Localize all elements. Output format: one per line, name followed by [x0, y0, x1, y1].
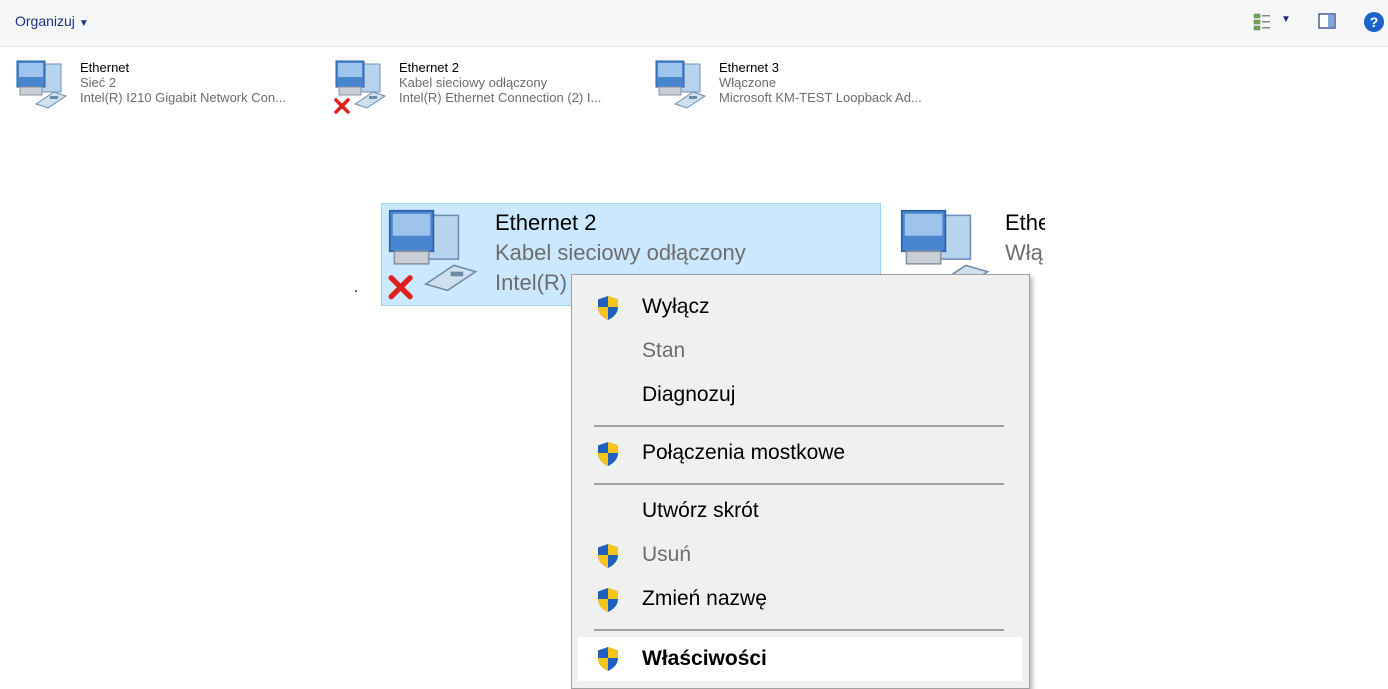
menu-item-label: Utwórz skrót [642, 499, 759, 522]
chevron-down-icon: ▼ [78, 18, 89, 29]
adapter-name: Ethe [1005, 210, 1045, 235]
command-bar: Organizuj ▼ ▼ ? [0, 0, 1388, 47]
menu-item-create-shortcut[interactable]: Utwórz skrót [578, 491, 1022, 531]
menu-item-label: Diagnozuj [642, 383, 736, 406]
view-options-chevron-icon[interactable]: ▼ [1281, 14, 1291, 25]
preview-pane-button[interactable] [1318, 13, 1336, 34]
preview-pane-icon [1318, 13, 1336, 29]
change-view-button[interactable] [1253, 13, 1271, 36]
adapter-name: Ethernet 3 [719, 60, 779, 75]
adapter-name: Ethernet [80, 60, 130, 75]
adapter-item-ethernet-3[interactable]: Ethernet 3 Włączone Microsoft KM-TEST Lo… [653, 58, 973, 122]
context-menu: Wyłącz Stan Diagnozuj Połączenia mostkow… [571, 274, 1030, 689]
adapter-item-ethernet[interactable]: Ethernet Sieć 2 Intel(R) I210 Gigabit Ne… [14, 58, 314, 122]
menu-item-diagnose[interactable]: Diagnozuj [578, 375, 1022, 415]
menu-item-label: Właściwości [642, 647, 767, 670]
network-adapter-icon [655, 60, 707, 109]
menu-separator [594, 483, 1004, 485]
menu-item-disable[interactable]: Wyłącz [578, 287, 1022, 327]
adapter-status: Włą [1005, 240, 1043, 265]
adapter-device: Intel(R) I210 Gigabit Network Con... [80, 90, 286, 105]
uac-shield-icon [598, 588, 618, 612]
menu-item-label: Zmień nazwę [642, 587, 767, 610]
network-adapter-disconnected-icon [334, 60, 387, 114]
help-icon[interactable]: ? [1364, 12, 1384, 32]
menu-item-label: Wyłącz [642, 295, 710, 318]
menu-item-label: Połączenia mostkowe [642, 441, 846, 464]
adapter-device: Intel(R) Ethernet Connection (2) I... [399, 90, 602, 105]
adapter-name: Ethernet 2 [495, 210, 597, 235]
view-details-icon [1253, 13, 1270, 31]
network-adapter-disconnected-icon [388, 209, 478, 300]
menu-item-bridge-connections[interactable]: Połączenia mostkowe [578, 433, 1022, 473]
menu-separator [594, 425, 1004, 427]
adapter-item-ethernet-2[interactable]: Ethernet 2 Kabel sieciowy odłączony Inte… [333, 58, 633, 122]
menu-item-status[interactable]: Stan [578, 331, 1022, 371]
uac-shield-icon [598, 442, 618, 466]
menu-item-properties[interactable]: Właściwości [578, 637, 1022, 681]
network-adapter-icon [16, 60, 68, 109]
adapter-status: Kabel sieciowy odłączony [495, 240, 746, 265]
uac-shield-icon [598, 296, 618, 320]
menu-item-label: Stan [642, 339, 686, 362]
menu-item-rename[interactable]: Zmień nazwę [578, 579, 1022, 619]
stray-dot [355, 290, 357, 292]
adapter-status: Sieć 2 [80, 75, 117, 90]
uac-shield-icon [598, 544, 618, 568]
menu-item-delete[interactable]: Usuń [578, 535, 1022, 575]
menu-item-label: Usuń [642, 543, 692, 566]
adapter-status: Włączone [719, 75, 777, 90]
organize-label: Organizuj [15, 13, 75, 29]
menu-separator [594, 629, 1004, 631]
uac-shield-icon [598, 647, 618, 671]
organize-menu-button[interactable]: Organizuj ▼ [15, 13, 89, 29]
adapter-name: Ethernet 2 [399, 60, 459, 75]
adapter-status: Kabel sieciowy odłączony [399, 75, 548, 90]
adapter-device: Microsoft KM-TEST Loopback Ad... [719, 90, 922, 105]
